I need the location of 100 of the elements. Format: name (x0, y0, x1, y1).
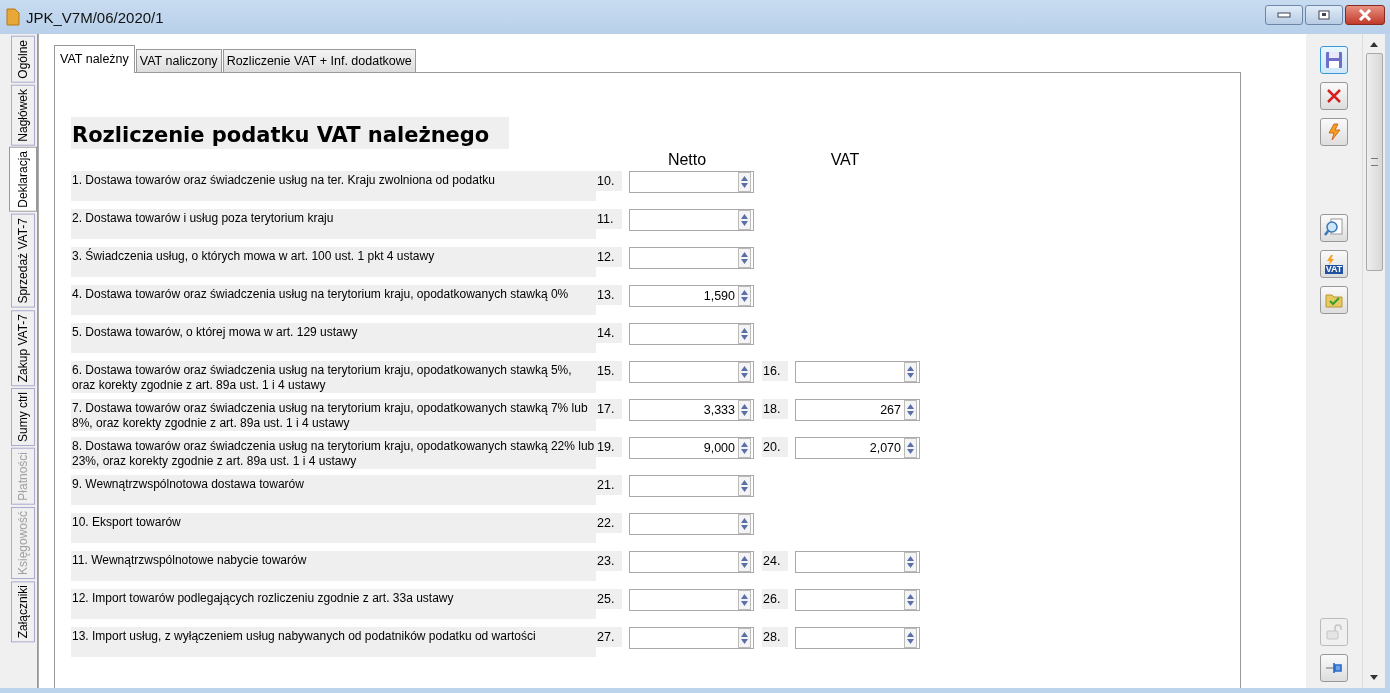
lightning-icon (1325, 123, 1343, 141)
column-header: VAT (829, 150, 861, 170)
save-button[interactable] (1320, 46, 1348, 74)
spin-button[interactable] (738, 400, 751, 420)
up-down-arrows-icon (740, 402, 749, 418)
section-heading: Rozliczenie podatku VAT należnego (71, 117, 510, 149)
number-field[interactable] (629, 247, 754, 269)
number-field[interactable] (629, 513, 754, 535)
side-tab[interactable]: Ogólne (11, 36, 35, 83)
field-number: 14. (596, 323, 622, 343)
minimize-button[interactable] (1265, 5, 1303, 25)
field-label: 10. Eksport towarów (71, 513, 596, 543)
number-field[interactable] (795, 627, 920, 649)
number-field[interactable]: 2,070 (795, 437, 920, 459)
spin-button[interactable] (738, 172, 751, 192)
number-field[interactable] (629, 323, 754, 345)
spin-button[interactable] (738, 438, 751, 458)
folder-check-icon (1325, 292, 1343, 308)
maximize-button[interactable] (1305, 5, 1343, 25)
spin-button[interactable] (904, 552, 917, 572)
number-field[interactable] (795, 361, 920, 383)
up-down-arrows-icon (906, 364, 915, 380)
scroll-down-icon[interactable] (1370, 675, 1378, 680)
number-field[interactable]: 3,333 (629, 399, 754, 421)
close-icon (1325, 87, 1343, 105)
field-label: 9. Wewnątrzwspólnotowa dostawa towarów (71, 475, 596, 505)
number-field[interactable] (629, 475, 754, 497)
field-number: 24. (762, 551, 788, 571)
spin-button[interactable] (904, 438, 917, 458)
up-down-arrows-icon (740, 174, 749, 190)
close-button[interactable] (1345, 5, 1385, 25)
field-label: 3. Świadczenia usług, o których mowa w art. 100 ust. 1 pkt 4 ustawy (71, 247, 596, 277)
tab[interactable]: VAT należny (54, 45, 135, 73)
spin-button[interactable] (738, 552, 751, 572)
spin-button[interactable] (738, 514, 751, 534)
number-field[interactable] (629, 627, 754, 649)
spin-button[interactable] (904, 362, 917, 382)
pin-button[interactable] (1320, 654, 1348, 682)
minimize-icon (1277, 12, 1291, 18)
number-field[interactable] (629, 209, 754, 231)
spin-button[interactable] (738, 590, 751, 610)
up-down-arrows-icon (740, 630, 749, 646)
vat-button[interactable]: VAT (1320, 250, 1348, 278)
field-number: 17. (596, 399, 622, 419)
spin-button[interactable] (738, 286, 751, 306)
up-down-arrows-icon (740, 364, 749, 380)
scrollbar[interactable] (1362, 34, 1385, 688)
field-number: 26. (762, 589, 788, 609)
field-label: 2. Dostawa towarów i usług poza terytorium kraju (71, 209, 596, 239)
tab[interactable]: VAT naliczony (135, 49, 222, 72)
up-down-arrows-icon (906, 440, 915, 456)
pin-icon (1325, 661, 1343, 675)
number-field[interactable] (795, 551, 920, 573)
spin-button[interactable] (904, 590, 917, 610)
number-field[interactable] (629, 171, 754, 193)
side-tab[interactable]: Sumy ctrl (11, 387, 35, 446)
number-field[interactable] (795, 589, 920, 611)
side-tab[interactable]: Deklaracja (9, 147, 37, 213)
number-field[interactable]: 9,000 (629, 437, 754, 459)
field-number: 20. (762, 437, 788, 457)
field-label: 12. Import towarów podlegających rozliczeniu zgodnie z art. 33a ustawy (71, 589, 596, 619)
side-tab[interactable]: Zakup VAT-7 (11, 309, 35, 386)
field-label: 13. Import usług, z wyłączeniem usług nabywanych od podatników podatku od wartości (71, 627, 596, 657)
spin-button[interactable] (738, 210, 751, 230)
preview-button[interactable] (1320, 214, 1348, 242)
spin-button[interactable] (738, 362, 751, 382)
field-label: 1. Dostawa towarów oraz świadczenie usług na ter. Kraju zwolniona od podatku (71, 171, 596, 201)
up-down-arrows-icon (906, 402, 915, 418)
field-number: 23. (596, 551, 622, 571)
up-down-arrows-icon (740, 288, 749, 304)
spin-button[interactable] (738, 248, 751, 268)
number-field[interactable] (629, 361, 754, 383)
number-field[interactable]: 1,590 (629, 285, 754, 307)
up-down-arrows-icon (740, 250, 749, 266)
lightning-button[interactable] (1320, 118, 1348, 146)
lightning-icon (1324, 254, 1335, 265)
side-tab[interactable]: Nagłówek (11, 84, 35, 146)
document-icon (6, 8, 20, 26)
number-field[interactable] (629, 551, 754, 573)
field-label: 6. Dostawa towarów oraz świadczenia usług na terytorium kraju, opodatkowanych stawką 5%, oraz korekty zgodnie z art. 89a ust. 1 i 4 ustawy (71, 361, 596, 393)
close-icon (1357, 9, 1373, 21)
up-down-arrows-icon (740, 326, 749, 342)
spin-button[interactable] (738, 324, 751, 344)
spin-button[interactable] (904, 628, 917, 648)
spin-button[interactable] (738, 476, 751, 496)
field-number: 21. (596, 475, 622, 495)
folder-button[interactable] (1320, 286, 1348, 314)
side-tab[interactable]: Sprzedaż VAT-7 (11, 214, 35, 308)
cancel-button[interactable] (1320, 82, 1348, 110)
number-field[interactable] (629, 589, 754, 611)
scrollbar-thumb[interactable] (1365, 53, 1383, 271)
side-tab[interactable]: Załączniki (11, 580, 35, 643)
spin-button[interactable] (904, 400, 917, 420)
up-down-arrows-icon (740, 212, 749, 228)
up-down-arrows-icon (906, 630, 915, 646)
spin-button[interactable] (738, 628, 751, 648)
scroll-up-icon[interactable] (1370, 42, 1378, 47)
number-field[interactable]: 267 (795, 399, 920, 421)
up-down-arrows-icon (740, 554, 749, 570)
tab[interactable]: Rozliczenie VAT + Inf. dodatkowe (222, 49, 416, 72)
